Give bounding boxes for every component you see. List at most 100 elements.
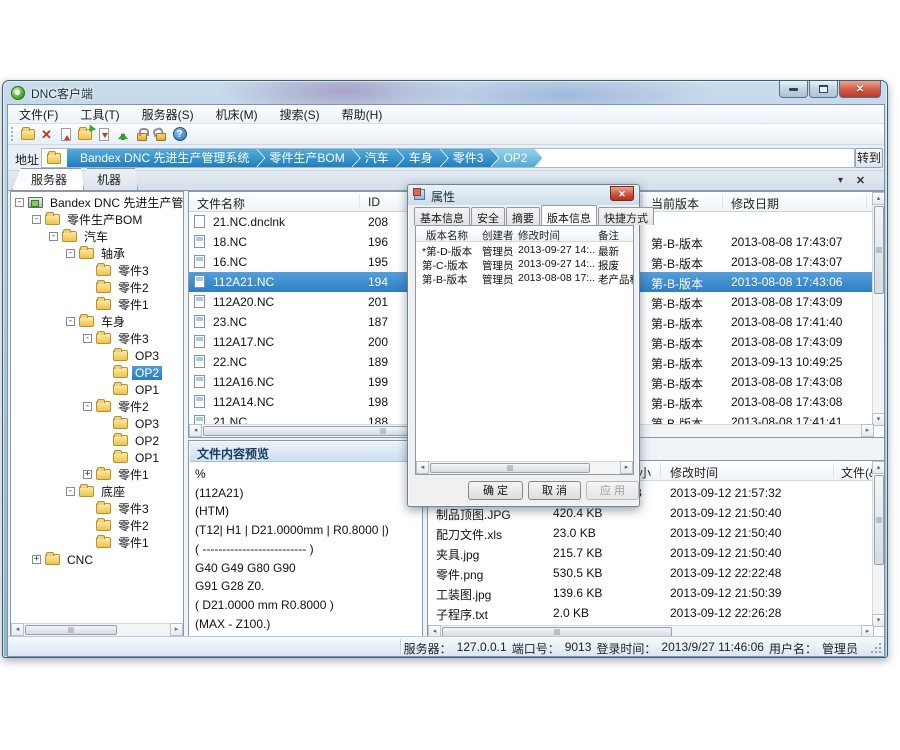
attachment-row[interactable]: 工装图.jpg 139.6 KB 2013-09-12 21:50:39: [428, 583, 872, 603]
dialog-tab[interactable]: 版本信息: [541, 205, 597, 225]
dialog-tab[interactable]: 基本信息: [414, 207, 470, 225]
expand-toggle-icon[interactable]: -: [66, 317, 75, 326]
column-header-modified-time[interactable]: 修改时间: [518, 228, 560, 243]
attachment-row[interactable]: 子程序.txt 2.0 KB 2013-09-12 22:26:28: [428, 603, 872, 623]
help-button[interactable]: [170, 125, 189, 143]
column-header-date[interactable]: 修改日期: [731, 195, 779, 212]
scroll-left-icon[interactable]: ◂: [11, 623, 24, 636]
tree-node[interactable]: - 汽车: [11, 228, 183, 245]
check-in-button[interactable]: [56, 125, 75, 143]
menu-item[interactable]: 工具(T): [69, 104, 130, 125]
cancel-button[interactable]: 取 消: [528, 481, 581, 500]
attachments-vertical-scrollbar[interactable]: ▴ ▾: [872, 461, 885, 627]
scroll-right-icon[interactable]: ▸: [620, 461, 633, 474]
tree-node[interactable]: + CNC: [11, 551, 183, 568]
tree-node[interactable]: 零件3: [11, 500, 183, 517]
scroll-thumb[interactable]: [430, 463, 590, 473]
scroll-thumb[interactable]: [25, 625, 117, 635]
column-header-id[interactable]: ID: [368, 195, 380, 209]
column-header-creator[interactable]: 创建者: [482, 228, 514, 243]
version-row[interactable]: 第-B-版本 管理员 2013-08-08 17:... 老产品程序: [416, 271, 633, 285]
tree-node[interactable]: + 零件1: [11, 466, 183, 483]
expand-toggle-icon[interactable]: -: [49, 232, 58, 241]
restore-button[interactable]: [809, 81, 838, 98]
tree-node[interactable]: OP1: [11, 381, 183, 398]
version-row[interactable]: *第-D-版本 管理员 2013-09-27 14:... 最新: [416, 243, 633, 257]
scroll-right-icon[interactable]: ▸: [170, 623, 183, 636]
tree-node[interactable]: OP1: [11, 449, 183, 466]
tree-node[interactable]: OP2: [11, 432, 183, 449]
expand-toggle-icon[interactable]: -: [15, 198, 24, 207]
tree-node[interactable]: OP3: [11, 347, 183, 364]
address-box[interactable]: Bandex DNC 先进生产管理系统 零件生产BOM 汽车 车身 零件3 OP…: [41, 148, 855, 168]
document-tab[interactable]: 机器: [78, 168, 138, 190]
scroll-thumb[interactable]: [874, 475, 884, 565]
resize-grip[interactable]: [871, 643, 881, 653]
menu-item[interactable]: 搜索(S): [269, 104, 331, 125]
column-header-version[interactable]: 当前版本: [651, 195, 699, 212]
expand-toggle-icon[interactable]: -: [83, 402, 92, 411]
breadcrumb-segment[interactable]: 零件生产BOM: [256, 148, 359, 168]
attachment-row[interactable]: 配刀文件.xls 23.0 KB 2013-09-12 21:50:40: [428, 523, 872, 543]
tree-node[interactable]: 零件3: [11, 262, 183, 279]
version-row[interactable]: 第-C-版本 管理员 2013-09-27 14:... 报废: [416, 257, 633, 271]
scroll-left-icon[interactable]: ◂: [416, 461, 429, 474]
breadcrumb-segment[interactable]: 零件3: [440, 148, 499, 168]
column-header-version-name[interactable]: 版本名称: [426, 228, 468, 243]
dialog-tab[interactable]: 快捷方式: [598, 207, 654, 225]
column-header-modified[interactable]: 修改时间: [670, 464, 718, 481]
menu-item[interactable]: 文件(F): [8, 104, 69, 125]
column-header-note[interactable]: 备注: [598, 228, 619, 243]
attachment-row[interactable]: 零件.png 530.5 KB 2013-09-12 22:22:48: [428, 563, 872, 583]
tree-node[interactable]: - 底座: [11, 483, 183, 500]
tree-node[interactable]: - 零件2: [11, 398, 183, 415]
title-bar[interactable]: DNC客户端: [3, 81, 887, 104]
apply-button[interactable]: 应 用: [586, 481, 639, 500]
preview-content[interactable]: % (112A21) (HTM) (T12| H1 | D21.0000mm |…: [195, 465, 420, 636]
menu-item[interactable]: 服务器(S): [131, 104, 205, 125]
tab-list-dropdown-icon[interactable]: ▾: [833, 174, 848, 188]
tree-node[interactable]: OP2: [11, 364, 183, 381]
minimize-button[interactable]: [779, 81, 808, 98]
file-list-vertical-scrollbar[interactable]: ▴ ▾: [872, 192, 885, 426]
scroll-up-icon[interactable]: ▴: [872, 192, 885, 205]
delete-button[interactable]: ✕: [37, 125, 56, 143]
dialog-horizontal-scrollbar[interactable]: ◂ ▸: [416, 461, 633, 474]
breadcrumb-segment[interactable]: Bandex DNC 先进生产管理系统: [67, 148, 264, 168]
tree-node[interactable]: - Bandex DNC 先进生产管理系统: [11, 194, 183, 211]
attachment-row[interactable]: 夹具.jpg 215.7 KB 2013-09-12 21:50:40: [428, 543, 872, 563]
scroll-thumb[interactable]: [874, 206, 884, 294]
open-folder-button[interactable]: [75, 125, 94, 143]
lock-button[interactable]: [132, 125, 151, 143]
expand-toggle-icon[interactable]: +: [83, 470, 92, 479]
document-tab[interactable]: 服务器: [12, 168, 84, 190]
scroll-right-icon[interactable]: ▸: [861, 424, 874, 437]
tree-horizontal-scrollbar[interactable]: ◂ ▸: [11, 623, 183, 636]
tree-node[interactable]: - 零件3: [11, 330, 183, 347]
tree-node[interactable]: 零件1: [11, 534, 183, 551]
tree-node[interactable]: 零件1: [11, 296, 183, 313]
tree-node[interactable]: - 车身: [11, 313, 183, 330]
column-header-name[interactable]: 文件名称: [197, 195, 245, 212]
expand-toggle-icon[interactable]: -: [66, 487, 75, 496]
dialog-title-bar[interactable]: 属性 ✕: [408, 185, 639, 205]
menu-item[interactable]: 机床(M): [205, 104, 269, 125]
toolbar-grip[interactable]: [11, 127, 14, 141]
check-out-button[interactable]: [94, 125, 113, 143]
send-button[interactable]: [113, 125, 132, 143]
tree-node[interactable]: 零件2: [11, 279, 183, 296]
go-button[interactable]: 转到: [855, 148, 883, 168]
expand-toggle-icon[interactable]: +: [32, 555, 41, 564]
menu-item[interactable]: 帮助(H): [331, 104, 394, 125]
tree-node[interactable]: - 零件生产BOM: [11, 211, 183, 228]
tab-close-icon[interactable]: ✕: [853, 174, 868, 188]
tree-node[interactable]: - 轴承: [11, 245, 183, 262]
dialog-tab[interactable]: 安全: [471, 207, 505, 225]
new-folder-button[interactable]: [18, 125, 37, 143]
scroll-up-icon[interactable]: ▴: [872, 461, 885, 474]
tree-node[interactable]: 零件2: [11, 517, 183, 534]
dialog-tab[interactable]: 摘要: [506, 207, 540, 225]
expand-toggle-icon[interactable]: -: [66, 249, 75, 258]
expand-toggle-icon[interactable]: -: [83, 334, 92, 343]
expand-toggle-icon[interactable]: -: [32, 215, 41, 224]
